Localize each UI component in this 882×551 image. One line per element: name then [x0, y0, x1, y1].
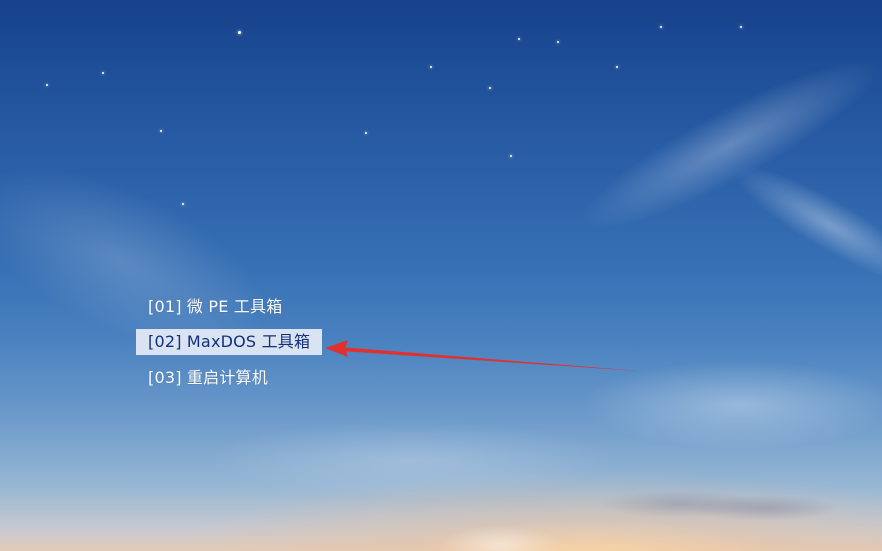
- wallpaper-cloud: [440, 525, 560, 551]
- wallpaper-cloud: [722, 148, 882, 302]
- wallpaper-cloud: [200, 420, 620, 500]
- menu-item-01[interactable]: [01] 微 PE 工具箱: [136, 294, 294, 320]
- wallpaper-star: [102, 72, 104, 74]
- wallpaper-star: [182, 203, 184, 205]
- wallpaper-star: [518, 38, 520, 40]
- wallpaper-star: [238, 31, 241, 34]
- wallpaper-cloud: [563, 34, 882, 256]
- red-arrow-annotation: [325, 340, 640, 371]
- wallpaper-star: [616, 66, 618, 68]
- arrow-shaft: [340, 347, 640, 371]
- menu-item-03[interactable]: [03] 重启计算机: [136, 365, 280, 391]
- menu-item-03-label: [03] 重启计算机: [148, 368, 268, 387]
- wallpaper-star: [430, 66, 432, 68]
- wallpaper-cloud: [600, 490, 760, 518]
- wallpaper-star: [557, 41, 559, 43]
- wallpaper-star: [510, 155, 512, 157]
- wallpaper-star: [489, 87, 491, 89]
- wallpaper-star: [46, 84, 48, 86]
- menu-item-01-label: [01] 微 PE 工具箱: [148, 297, 283, 316]
- wallpaper-cloud: [690, 495, 840, 521]
- wallpaper-star: [660, 26, 662, 28]
- menu-item-02-label: [02] MaxDOS 工具箱: [148, 332, 311, 351]
- wallpaper-star: [160, 130, 162, 132]
- wallpaper-star: [740, 26, 742, 28]
- wallpaper-star: [365, 132, 367, 134]
- arrow-head-icon: [325, 340, 348, 357]
- boot-screen: [01] 微 PE 工具箱 [02] MaxDOS 工具箱 [03] 重启计算机: [0, 0, 882, 551]
- menu-item-02[interactable]: [02] MaxDOS 工具箱: [136, 329, 323, 355]
